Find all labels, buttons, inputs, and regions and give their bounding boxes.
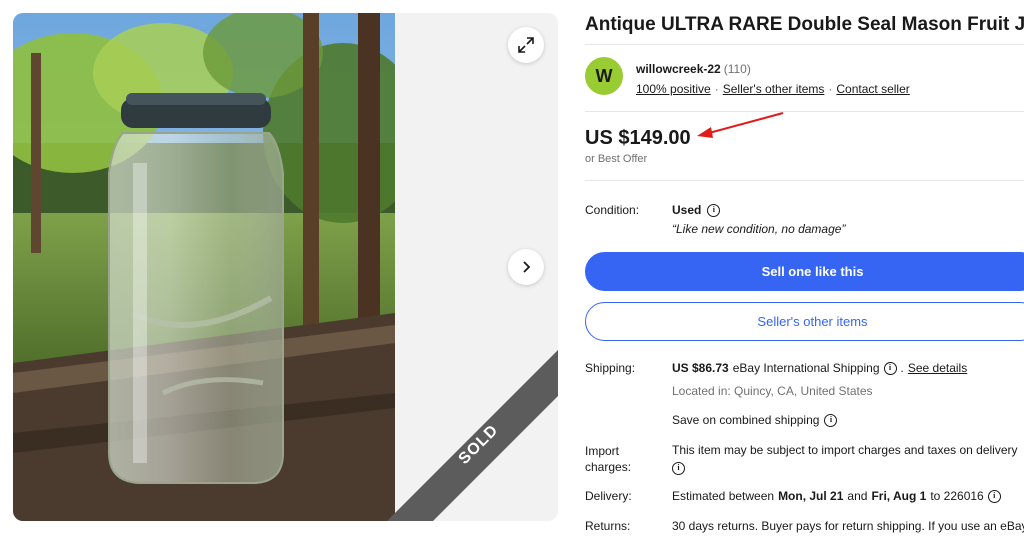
see-details-link[interactable]: See details bbox=[908, 361, 967, 375]
listing-title: Antique ULTRA RARE Double Seal Mason Fru… bbox=[585, 14, 1024, 35]
seller-other-items-link[interactable]: Seller's other items bbox=[723, 82, 825, 96]
seller-name-row: willowcreek-22 (110) bbox=[636, 62, 751, 76]
info-icon[interactable]: i bbox=[824, 413, 838, 427]
combined-shipping-row: Save on combined shipping i bbox=[672, 413, 838, 427]
shipping-row: US $86.73 eBay International Shipping i … bbox=[672, 361, 967, 375]
divider bbox=[585, 180, 1024, 181]
import-charges-text: This item may be subject to import charg… bbox=[672, 443, 1018, 457]
import-charges-label: Import charges: bbox=[585, 443, 631, 475]
separator-dot: · bbox=[714, 82, 719, 96]
delivery-row: Estimated between Mon, Jul 21 and Fri, A… bbox=[672, 489, 1001, 503]
seller-card: W willowcreek-22 (110) 100% positive · Sell… bbox=[585, 44, 1024, 112]
next-image-button[interactable] bbox=[508, 249, 544, 285]
shipping-method: eBay International Shipping bbox=[732, 361, 880, 375]
delivery-start: Mon, Jul 21 bbox=[778, 489, 844, 503]
sell-one-like-this-button[interactable]: Sell one like this bbox=[585, 252, 1024, 291]
seller-links: 100% positive · Seller's other items · Conta… bbox=[636, 82, 910, 96]
seller-name[interactable]: willowcreek-22 bbox=[636, 62, 721, 76]
sold-ribbon: SOLD bbox=[387, 350, 558, 521]
product-photo[interactable] bbox=[13, 13, 395, 521]
delivery-label: Delivery: bbox=[585, 489, 632, 503]
delivery-prefix: Estimated between bbox=[672, 489, 775, 503]
info-icon[interactable]: i bbox=[987, 489, 1001, 503]
expand-button[interactable] bbox=[508, 27, 544, 63]
delivery-and: and bbox=[847, 489, 868, 503]
expand-icon bbox=[518, 37, 534, 53]
listing-panel: Antique ULTRA RARE Double Seal Mason Fru… bbox=[585, 0, 1024, 537]
returns-text: 30 days returns. Buyer pays for return s… bbox=[672, 519, 1024, 533]
positive-feedback-link[interactable]: 100% positive bbox=[636, 82, 711, 96]
delivery-suffix: to 226016 bbox=[930, 489, 984, 503]
period: . bbox=[900, 361, 904, 375]
chevron-right-icon bbox=[523, 261, 531, 273]
delivery-end: Fri, Aug 1 bbox=[871, 489, 927, 503]
condition-label: Condition: bbox=[585, 203, 640, 217]
separator-dot: · bbox=[828, 82, 833, 96]
import-label-line2: charges: bbox=[585, 460, 632, 474]
seller-avatar[interactable]: W bbox=[585, 57, 623, 95]
returns-label: Returns: bbox=[585, 519, 631, 533]
info-icon[interactable]: i bbox=[883, 361, 897, 375]
sellers-other-items-button[interactable]: Seller's other items bbox=[585, 302, 1024, 341]
shipping-label: Shipping: bbox=[585, 361, 636, 375]
item-location: Located in: Quincy, CA, United States bbox=[672, 384, 873, 398]
import-info-row: i bbox=[672, 459, 685, 475]
condition-description: “Like new condition, no damage” bbox=[672, 222, 846, 236]
image-gallery: SOLD bbox=[13, 13, 558, 521]
info-icon[interactable]: i bbox=[672, 461, 685, 475]
contact-seller-link[interactable]: Contact seller bbox=[836, 82, 909, 96]
info-icon[interactable]: i bbox=[707, 203, 721, 217]
condition-value: Used bbox=[672, 203, 702, 217]
seller-feedback-count: (110) bbox=[723, 62, 751, 76]
import-label-line1: Import bbox=[585, 444, 620, 458]
shipping-cost: US $86.73 bbox=[672, 361, 729, 375]
best-offer-text: or Best Offer bbox=[585, 153, 648, 165]
condition-value-row: Used i bbox=[672, 203, 721, 217]
combined-shipping-text: Save on combined shipping bbox=[672, 413, 820, 427]
price: US $149.00 bbox=[585, 127, 691, 149]
